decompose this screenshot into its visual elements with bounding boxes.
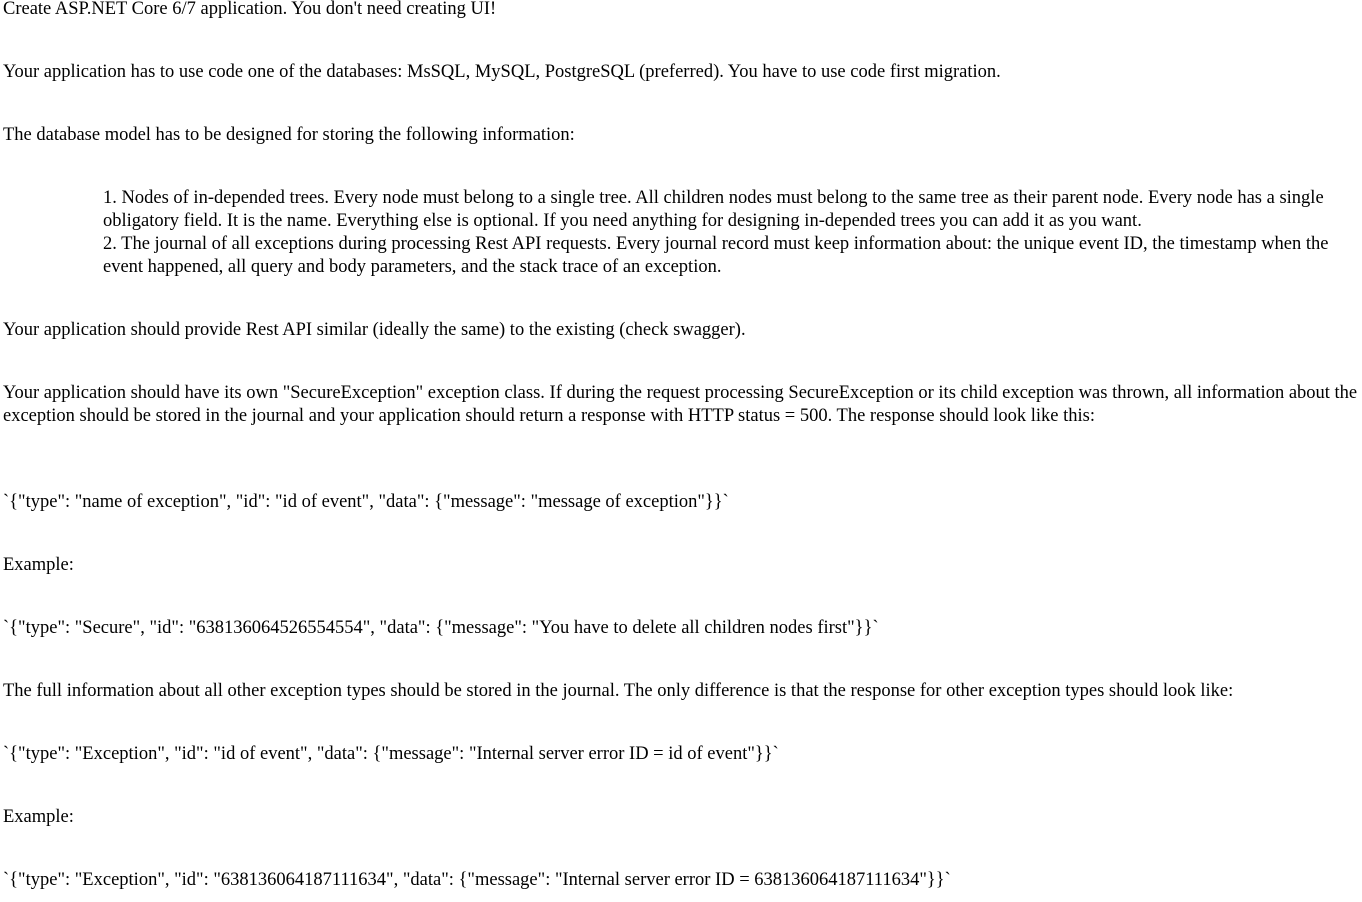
model-list: 1. Nodes of in-depended trees. Every nod…	[103, 187, 1358, 279]
secure-response-format: `{"type": "name of exception", "id": "id…	[3, 492, 729, 512]
other-response-example: `{"type": "Exception", "id": "6381360641…	[3, 870, 951, 890]
intro-paragraph: Create ASP.NET Core 6/7 application. You…	[3, 0, 497, 19]
list-item-tree-nodes: 1. Nodes of in-depended trees. Every nod…	[103, 188, 1324, 231]
other-exceptions-paragraph: The full information about all other exc…	[3, 681, 1234, 701]
model-intro-paragraph: The database model has to be designed fo…	[3, 125, 575, 145]
example-label: Example:	[3, 555, 74, 575]
database-requirement-paragraph: Your application has to use code one of …	[3, 62, 1001, 82]
rest-api-paragraph: Your application should provide Rest API…	[3, 320, 746, 340]
example-label: Example:	[3, 807, 74, 827]
list-item-exception-journal: 2. The journal of all exceptions during …	[103, 234, 1329, 277]
secure-response-example: `{"type": "Secure", "id": "6381360645265…	[3, 618, 879, 638]
other-response-format: `{"type": "Exception", "id": "id of even…	[3, 744, 779, 764]
secure-exception-paragraph: Your application should have its own "Se…	[3, 383, 1358, 426]
task-document: Create ASP.NET Core 6/7 application. You…	[0, 0, 1362, 902]
